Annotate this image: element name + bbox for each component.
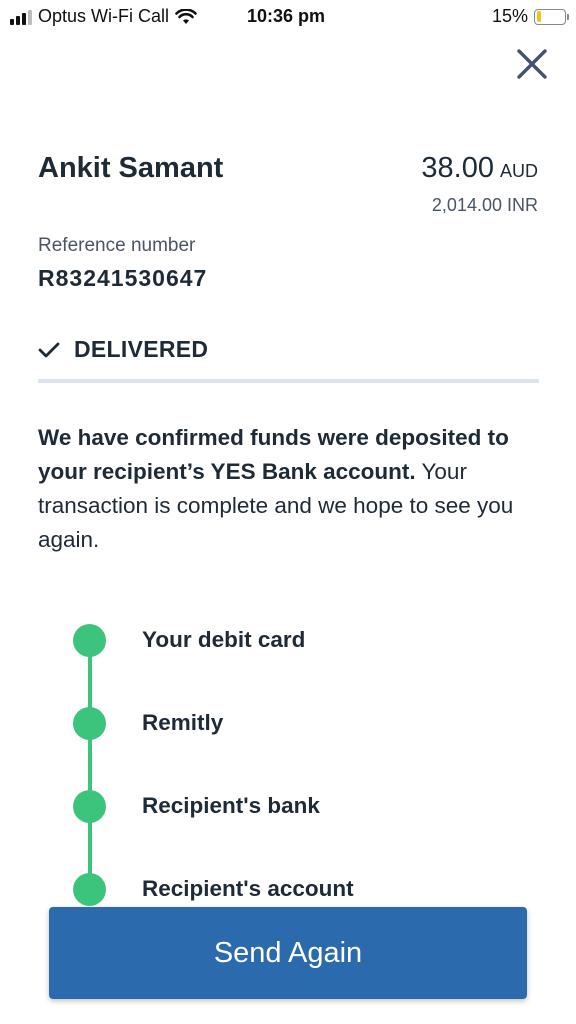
step-label: Your debit card [142, 627, 306, 652]
timeline-step: Your debit card [73, 622, 305, 658]
send-amount-value: 38.00 [421, 152, 494, 184]
step-label: Remitly [142, 710, 224, 735]
recipient-name: Ankit Samant [38, 152, 224, 184]
reference-number: R83241530647 [38, 265, 208, 291]
receive-amount: 2,014.00 INR [431, 195, 538, 215]
confirmation-message: We have confirmed funds were deposited t… [38, 421, 543, 557]
step-dot-icon [73, 623, 106, 657]
step-label: Recipient's account [142, 876, 354, 901]
step-label: Recipient's bank [142, 793, 320, 818]
time-label: 10:36 pm [246, 6, 326, 26]
send-again-button[interactable]: Send Again [49, 907, 527, 999]
reference-label: Reference number [38, 235, 196, 256]
status-bar: Optus Wi-Fi Call 10:36 pm 15% [0, 0, 576, 34]
timeline-step: Remitly [73, 705, 223, 741]
divider [38, 379, 539, 383]
timeline-line [88, 640, 92, 890]
battery-level [536, 11, 541, 22]
checkmark-icon [38, 342, 60, 357]
status-label: DELIVERED [74, 336, 209, 362]
progress-timeline: Your debit card Remitly Recipient's bank… [73, 622, 553, 906]
clock: 10:36 pm [0, 6, 576, 27]
step-dot-icon [73, 789, 106, 823]
timeline-step: Recipient's account [73, 871, 354, 907]
battery-icon [534, 8, 569, 25]
battery-group: 15% [491, 6, 569, 27]
close-button[interactable] [514, 46, 550, 82]
close-icon [517, 49, 547, 79]
battery-percent: 15% [491, 6, 528, 26]
send-amount: 38.00 AUD [421, 152, 538, 185]
send-currency: AUD [499, 161, 538, 181]
step-dot-icon [73, 872, 106, 906]
step-dot-icon [73, 706, 106, 740]
timeline-step: Recipient's bank [73, 788, 320, 824]
status-row: DELIVERED [38, 336, 208, 363]
